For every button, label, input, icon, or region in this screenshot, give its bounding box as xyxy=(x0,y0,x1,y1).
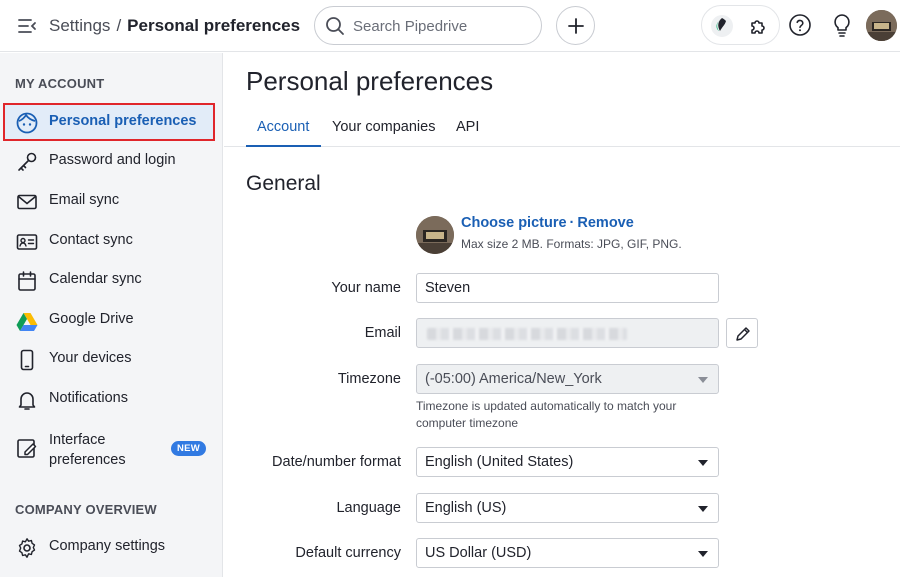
timezone-label: Timezone xyxy=(337,371,401,387)
assistant-leaf-icon[interactable] xyxy=(710,14,734,43)
breadcrumb-settings[interactable]: Settings xyxy=(49,16,110,35)
tab-account[interactable]: Account xyxy=(257,119,309,135)
gear-icon xyxy=(16,537,38,559)
timezone-help-text: Timezone is updated automatically to mat… xyxy=(416,399,677,430)
sidebar-item-label: Notifications xyxy=(49,390,128,406)
chevron-down-icon xyxy=(698,506,708,512)
pencil-icon xyxy=(736,327,750,341)
sidebar-item-label: Interface preferences xyxy=(49,432,126,468)
sidebar-item-contact-sync[interactable]: Contact sync xyxy=(3,222,215,260)
tab-your-companies[interactable]: Your companies xyxy=(332,119,435,135)
sidebar-item-email-sync[interactable]: Email sync xyxy=(3,182,215,220)
edit-email-button[interactable] xyxy=(726,318,758,348)
section-heading-general: General xyxy=(246,172,321,195)
timezone-value: (-05:00) America/New_York xyxy=(425,371,602,387)
picture-actions-separator: · xyxy=(569,215,575,231)
currency-value: US Dollar (USD) xyxy=(425,545,532,561)
email-redacted xyxy=(427,328,627,340)
name-label: Your name xyxy=(331,280,401,296)
language-label: Language xyxy=(336,500,401,516)
picture-hint: Max size 2 MB. Formats: JPG, GIF, PNG. xyxy=(461,237,682,251)
settings-sidebar: MY ACCOUNT Personal preferences Password… xyxy=(0,53,223,577)
profile-picture xyxy=(416,216,454,254)
date-format-select[interactable]: English (United States) xyxy=(416,447,719,477)
quick-add-button[interactable] xyxy=(556,6,595,45)
picture-actions: Choose picture · Remove xyxy=(461,215,634,231)
search-icon xyxy=(325,16,345,36)
sidebar-item-label: Company settings xyxy=(49,538,166,554)
sidebar-item-company-settings[interactable]: Company settings xyxy=(3,528,215,566)
calendar-icon xyxy=(16,270,38,292)
sidebar-item-calendar-sync[interactable]: Calendar sync xyxy=(3,261,215,299)
breadcrumb-current: Personal preferences xyxy=(127,16,301,35)
sidebar-item-label: Google Drive xyxy=(49,311,134,327)
choose-picture-link[interactable]: Choose picture xyxy=(461,215,567,231)
tab-bar: Account Your companies API xyxy=(224,111,900,147)
sidebar-section-company-overview: COMPANY OVERVIEW xyxy=(15,502,157,517)
lightbulb-icon[interactable] xyxy=(831,13,853,42)
phone-icon xyxy=(16,349,38,371)
date-format-label: Date/number format xyxy=(272,454,401,470)
envelope-icon xyxy=(16,191,38,213)
active-tab-indicator xyxy=(246,145,321,147)
sidebar-item-password-and-login[interactable]: Password and login xyxy=(3,142,215,180)
key-icon xyxy=(16,151,38,173)
timezone-select: (-05:00) America/New_York xyxy=(416,364,719,394)
sidebar-item-your-devices[interactable]: Your devices xyxy=(3,340,215,378)
plus-icon xyxy=(568,18,584,34)
currency-label: Default currency xyxy=(295,545,401,561)
date-format-value: English (United States) xyxy=(425,454,574,470)
chevron-down-icon xyxy=(698,377,708,383)
help-icon[interactable] xyxy=(788,13,812,42)
chevron-down-icon xyxy=(698,551,708,557)
top-bar: Settings / Personal preferences xyxy=(0,0,900,52)
sidebar-item-notifications[interactable]: Notifications xyxy=(3,380,215,418)
sidebar-section-my-account: MY ACCOUNT xyxy=(15,76,105,91)
sidebar-item-personal-preferences[interactable]: Personal preferences xyxy=(3,103,215,141)
extensions-pill xyxy=(701,5,780,45)
bell-icon xyxy=(16,389,38,411)
main-content: Personal preferences Account Your compan… xyxy=(224,53,900,577)
language-value: English (US) xyxy=(425,500,507,516)
sidebar-item-label: Password and login xyxy=(49,152,176,168)
sidebar-item-label: Your devices xyxy=(49,350,132,366)
breadcrumb-separator: / xyxy=(116,16,122,35)
contact-card-icon xyxy=(16,231,38,253)
email-label: Email xyxy=(364,325,401,341)
currency-select[interactable]: US Dollar (USD) xyxy=(416,538,719,568)
menu-collapse-icon[interactable] xyxy=(16,15,38,37)
remove-picture-link[interactable]: Remove xyxy=(577,215,633,231)
interface-edit-icon xyxy=(16,437,38,459)
search-input[interactable] xyxy=(353,15,533,37)
language-select[interactable]: English (US) xyxy=(416,493,719,523)
sidebar-item-label: Calendar sync xyxy=(49,271,142,287)
search-box[interactable] xyxy=(314,6,542,45)
sidebar-item-label: Contact sync xyxy=(49,232,133,248)
puzzle-icon[interactable] xyxy=(748,15,770,42)
email-field xyxy=(416,318,719,348)
sidebar-item-interface-preferences[interactable]: Interface preferences NEW xyxy=(3,428,215,468)
new-badge: NEW xyxy=(171,441,207,456)
name-field[interactable] xyxy=(416,273,719,303)
user-face-icon xyxy=(16,112,38,134)
sidebar-item-google-drive[interactable]: Google Drive xyxy=(3,301,215,339)
sidebar-item-label: Email sync xyxy=(49,192,120,208)
sidebar-item-label: Personal preferences xyxy=(49,113,197,129)
tab-api[interactable]: API xyxy=(456,119,479,135)
chevron-down-icon xyxy=(698,460,708,466)
user-avatar[interactable] xyxy=(866,10,897,41)
google-drive-icon xyxy=(16,310,38,332)
page-title: Personal preferences xyxy=(246,66,494,96)
breadcrumb: Settings / Personal preferences xyxy=(49,15,300,37)
